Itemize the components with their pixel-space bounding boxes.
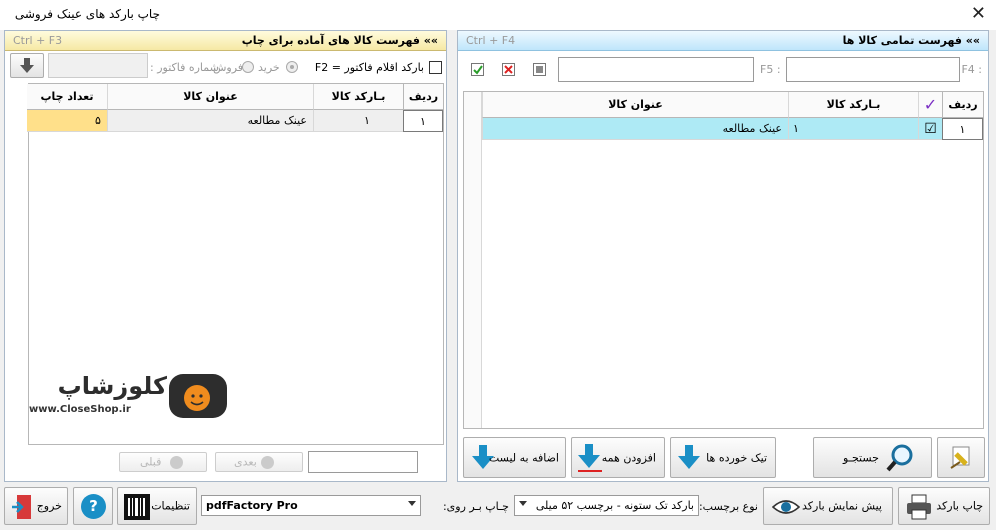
barcode-icon [124, 494, 150, 520]
checked-items-button[interactable]: تیک خورده ها [670, 437, 776, 478]
invoice-number-label: شماره فاکتور : [150, 61, 219, 74]
print-ready-shortcut: Ctrl + F3 [13, 34, 63, 47]
f4-label: : F4 [961, 63, 982, 76]
header-barcode: بـارکد کالا [313, 84, 403, 110]
logo-url: www.CloseShop.ir [29, 404, 131, 415]
label-type-select[interactable]: بارکد تک ستونه - برچسب ۵۲ میلی [514, 495, 699, 516]
search-button[interactable]: جستجـو [813, 437, 932, 478]
search-icon [886, 444, 913, 472]
prev-label: قبلی [140, 455, 162, 469]
add-to-list-button[interactable]: اضافه به لیست [463, 437, 566, 478]
header-print-count: تعداد چاپ [27, 84, 107, 110]
help-icon: ? [81, 494, 106, 519]
cell-item-name: عینک مطالعه [482, 118, 788, 140]
cell-row-number: ۱ [403, 110, 443, 132]
nav-page-input[interactable] [308, 451, 418, 473]
search-f4-input[interactable] [786, 57, 960, 82]
radio-sell[interactable] [242, 61, 254, 73]
closeshop-logo: کلوزشاپ www.CloseShop.ir [29, 372, 229, 424]
invoice-checkbox-label: بارکد اقلام فاکتور = F2 [314, 61, 424, 74]
printer-icon [907, 494, 931, 520]
chevron-down-icon [519, 501, 527, 506]
exit-icon [12, 495, 31, 519]
cell-check[interactable]: ☑ [918, 118, 942, 140]
chevron-down-icon [408, 501, 416, 506]
print-ready-title: »» فهرست کالا های آماده برای چاپ [241, 34, 438, 47]
header-row-number: ردیف [942, 92, 983, 118]
f5-label: : F5 [760, 63, 781, 76]
header-barcode: بـارکد کالا [788, 92, 918, 118]
cell-barcode: ۱ [313, 110, 403, 132]
preview-barcode-label: پیش نمایش بارکد [802, 499, 882, 513]
search-label: جستجـو [843, 451, 879, 464]
all-items-header: »» فهرست تمامی کالا ها Ctrl + F4 [458, 31, 988, 51]
eye-icon [772, 500, 800, 514]
all-items-shortcut: Ctrl + F4 [466, 34, 516, 47]
cell-barcode: ۱ [788, 118, 918, 140]
label-type-label: نوع برچسب: [698, 500, 758, 513]
print-ready-panel: »» فهرست کالا های آماده برای چاپ Ctrl + … [4, 30, 447, 482]
all-items-grid[interactable]: ردیف ✓ بـارکد کالا عنوان کالا ۱ ☑ ۱ عینک… [463, 91, 984, 429]
add-all-button[interactable]: افزودن همه [571, 437, 665, 478]
printer-value: pdfFactory Pro [206, 499, 298, 512]
invert-selection-icon[interactable] [533, 63, 546, 76]
next-button[interactable]: بعدی [215, 452, 303, 472]
settings-button[interactable]: تنظیمات [117, 487, 197, 525]
all-items-panel: »» فهرست تمامی کالا ها Ctrl + F4 : F4 : … [457, 30, 989, 482]
exit-label: خروج [36, 499, 62, 513]
radio-buy[interactable] [286, 61, 298, 73]
header-item-name: عنوان کالا [482, 92, 788, 118]
print-on-label: چـاپ بـر روی: [442, 500, 509, 513]
all-items-title: »» فهرست تمامی کالا ها [842, 34, 980, 47]
print-ready-grid[interactable]: ردیف بـارکد کالا عنوان کالا تعداد چاپ ۱ … [27, 83, 444, 445]
invoice-checkbox[interactable] [429, 61, 442, 74]
header-check[interactable]: ✓ [918, 92, 942, 118]
cell-row-number: ۱ [942, 118, 983, 140]
preview-barcode-button[interactable]: پیش نمایش بارکد [763, 487, 893, 525]
cell-item-name: عینک مطالعه [107, 110, 313, 132]
header-item-name: عنوان کالا [107, 84, 313, 110]
close-icon[interactable]: ✕ [971, 3, 986, 24]
broom-icon [950, 446, 970, 469]
window-title: چاپ بارکد های عینک فروشی [14, 7, 160, 21]
table-row[interactable]: ۱ ☑ ۱ عینک مطالعه [482, 118, 983, 141]
select-all-icon[interactable] [471, 63, 484, 76]
logo-brand: کلوزشاپ [57, 372, 167, 400]
search-f5-input[interactable] [558, 57, 754, 82]
settings-label: تنظیمات [151, 499, 190, 513]
next-label: بعدی [234, 455, 257, 469]
label-type-value: بارکد تک ستونه - برچسب ۵۲ میلی [535, 499, 694, 512]
radio-buy-label: خرید [258, 61, 280, 74]
add-to-list-label: اضافه به لیست [488, 451, 559, 464]
add-all-label: افزودن همه [601, 451, 656, 464]
help-button[interactable]: ? [73, 487, 113, 525]
deselect-all-icon[interactable] [502, 63, 515, 76]
header-row-number: ردیف [403, 84, 443, 110]
checked-items-label: تیک خورده ها [706, 451, 767, 464]
clear-button[interactable] [937, 437, 985, 478]
exit-button[interactable]: خروج [4, 487, 68, 525]
cell-print-count[interactable]: ۵ [27, 110, 107, 132]
print-ready-header: »» فهرست کالا های آماده برای چاپ Ctrl + … [5, 31, 446, 51]
print-barcode-label: چاپ بارکد [936, 499, 983, 513]
load-invoice-button[interactable] [10, 53, 44, 78]
title-bar: چاپ بارکد های عینک فروشی ✕ [0, 0, 996, 30]
printer-select[interactable]: pdfFactory Pro [201, 495, 421, 516]
invoice-number-input[interactable] [48, 53, 148, 78]
prev-button[interactable]: قبلی [119, 452, 207, 472]
print-barcode-button[interactable]: چاپ بارکد [898, 487, 990, 525]
table-row[interactable]: ۱ ۱ عینک مطالعه ۵ [27, 110, 443, 133]
